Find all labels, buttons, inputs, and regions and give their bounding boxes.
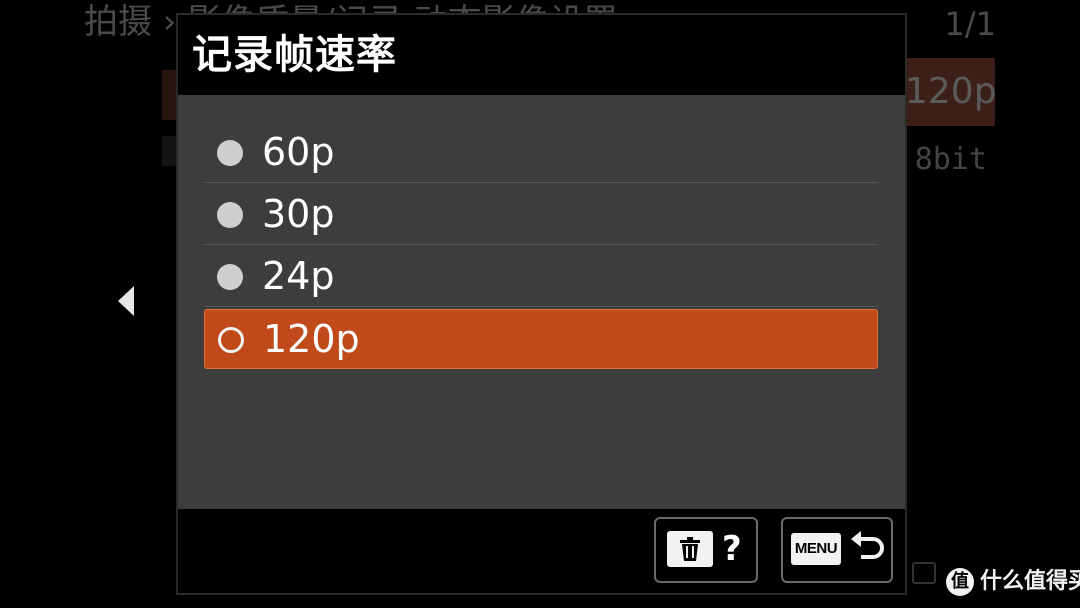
watermark-text: 什么值得买: [980, 569, 1080, 594]
background-page-indicator: 1/1: [944, 5, 997, 43]
dialog-footer: ? MENU: [178, 509, 905, 593]
camera-menu-screen: 拍摄 › 影像质量/记录 动态影像设置 1/1 120p 8bit 记录帧速率 …: [0, 0, 1080, 608]
chevron-left-icon[interactable]: [118, 286, 134, 316]
background-row-marker: [162, 136, 176, 166]
background-corner-icon: [912, 562, 936, 584]
option-24p[interactable]: 24p: [204, 247, 878, 307]
back-arrow-icon: [851, 531, 884, 559]
dialog-title-bar: 记录帧速率: [178, 15, 905, 95]
radio-icon: [217, 140, 243, 166]
option-label: 24p: [262, 254, 335, 298]
option-label: 30p: [262, 192, 335, 236]
option-30p[interactable]: 30p: [204, 185, 878, 245]
menu-back-button[interactable]: MENU: [781, 517, 893, 583]
radio-icon: [217, 202, 243, 228]
option-label: 60p: [262, 130, 335, 174]
option-60p[interactable]: 60p: [204, 123, 878, 183]
delete-help-button[interactable]: ?: [654, 517, 758, 583]
menu-label: MENU: [791, 533, 841, 565]
watermark-badge: 值: [946, 568, 974, 596]
radio-selected-icon: [218, 327, 244, 353]
frame-rate-dialog: 记录帧速率 60p 30p 24p 120p ? MENU: [176, 13, 907, 595]
background-selected-row-marker: [162, 70, 176, 120]
dialog-title: 记录帧速率: [192, 32, 397, 78]
trash-icon-box: [667, 531, 713, 567]
trash-icon: [680, 537, 700, 561]
help-label: ?: [722, 529, 742, 569]
radio-icon: [217, 264, 243, 290]
option-120p[interactable]: 120p: [204, 309, 878, 369]
background-value-bit-depth: 8bit: [914, 142, 987, 177]
frame-rate-option-list: 60p 30p 24p 120p: [204, 123, 878, 371]
background-value-frame-rate: 120p: [905, 58, 997, 126]
option-label: 120p: [263, 317, 360, 361]
